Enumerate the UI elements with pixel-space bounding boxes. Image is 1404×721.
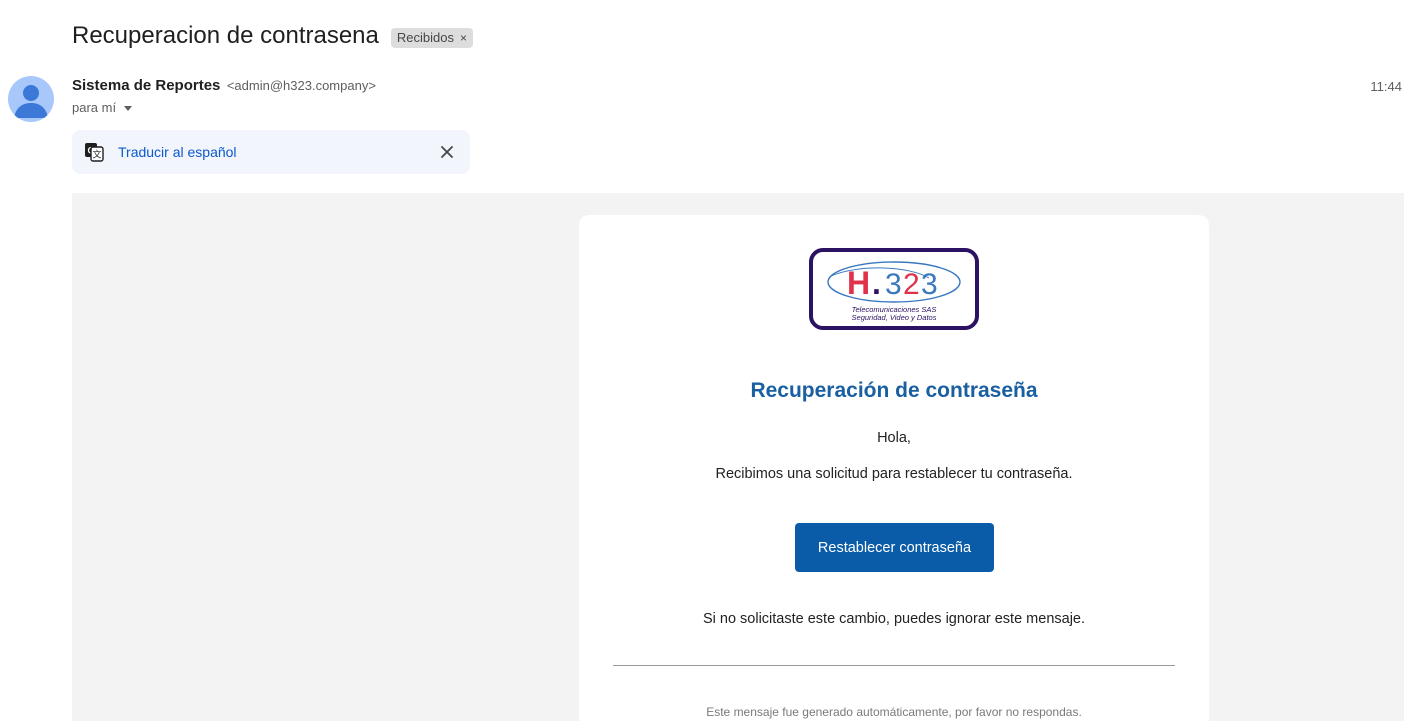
translate-link[interactable]: Traducir al español (118, 144, 237, 160)
email-body: H . 3 2 3 Telecomunicaciones SAS Segurid… (72, 193, 1404, 721)
footer-text: Este mensaje fue generado automáticament… (706, 705, 1082, 719)
recipient-details[interactable]: para mí (72, 100, 376, 115)
remove-label-icon[interactable]: × (460, 31, 467, 45)
recipient-text: para mí (72, 100, 117, 115)
label-chip-inbox[interactable]: Recibidos × (390, 28, 473, 48)
svg-text:3: 3 (921, 268, 938, 301)
ignore-text: Si no solicitaste este cambio, puedes ig… (702, 611, 1086, 627)
logo-h-letter: H (847, 265, 870, 301)
translate-bar: G 文 Traducir al español (72, 130, 470, 174)
sender-email: <admin@h323.company> (226, 78, 376, 93)
email-time: 11:44 (1370, 79, 1402, 94)
request-text: Recibimos una solicitud para restablecer… (715, 466, 1073, 482)
svg-text:.: . (872, 265, 881, 301)
person-avatar-icon (14, 85, 48, 118)
svg-text:3: 3 (885, 268, 902, 301)
card-title: Recuperación de contraseña (750, 379, 1038, 402)
sender-name[interactable]: Sistema de Reportes (72, 77, 220, 94)
h323-logo: H . 3 2 3 Telecomunicaciones SAS Segurid… (809, 248, 979, 330)
svg-text:文: 文 (92, 149, 101, 161)
translate-icon: G 文 (84, 142, 104, 162)
divider (613, 665, 1175, 666)
email-card: H . 3 2 3 Telecomunicaciones SAS Segurid… (579, 215, 1209, 721)
svg-text:2: 2 (903, 268, 920, 301)
greeting-text: Hola, (877, 430, 911, 446)
logo-subtitle-2: Seguridad, Video y Datos (852, 313, 937, 322)
sender-avatar[interactable] (8, 76, 54, 122)
close-icon[interactable] (438, 143, 456, 161)
caret-down-icon[interactable] (124, 106, 133, 111)
label-chip-text: Recibidos (396, 30, 454, 45)
subject-row: Recuperacion de contrasena Recibidos × (72, 22, 473, 50)
email-subject: Recuperacion de contrasena (72, 22, 379, 49)
sender-block: Sistema de Reportes <admin@h323.company>… (72, 77, 376, 115)
reset-password-button[interactable]: Restablecer contraseña (795, 523, 994, 572)
